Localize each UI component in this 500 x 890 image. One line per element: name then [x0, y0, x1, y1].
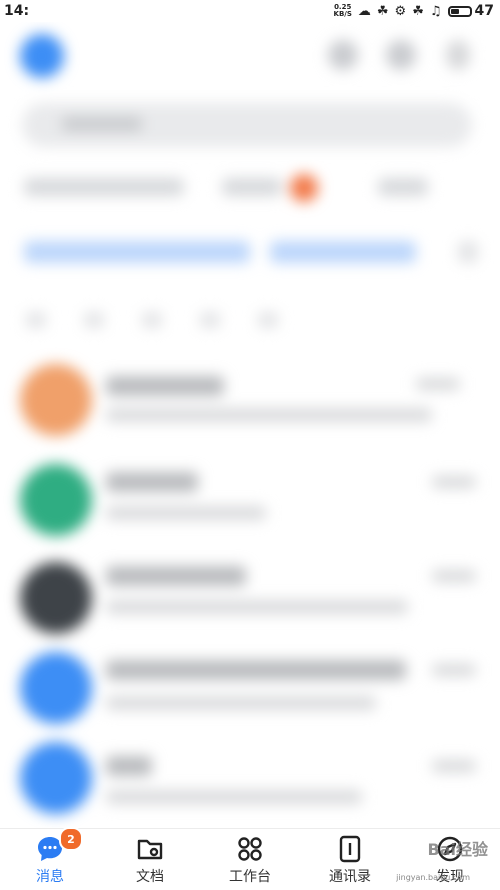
battery-indicator: 47: [447, 3, 494, 19]
avatar: [20, 364, 92, 436]
contacts-icon: [335, 833, 365, 865]
list-item-title: [106, 756, 152, 776]
banner-chip[interactable]: [458, 241, 478, 263]
tab-label: 工作台: [229, 869, 271, 885]
list-item-time: [432, 664, 476, 676]
net-speed-unit: KB/S: [333, 10, 352, 18]
list-item-time: [416, 378, 460, 390]
list-item-preview: [106, 408, 432, 422]
message-icon: 2: [35, 827, 83, 865]
avatar: [20, 464, 92, 536]
notification-icon: ☘: [412, 3, 424, 19]
avatar: [20, 742, 92, 814]
avatar: [20, 562, 92, 634]
list-item-preview: [106, 790, 362, 804]
list-item-title: [106, 660, 406, 680]
status-icons: 0.25 KB/S ☁ ☘ ⚙ ☘ ♫ 47: [334, 3, 494, 19]
list-item-title: [106, 472, 198, 492]
blurred-content: [0, 0, 500, 828]
list-item-title: [106, 376, 224, 396]
tab-label: 通讯录: [329, 869, 371, 885]
battery-level: 47: [474, 3, 494, 19]
avatar: [20, 652, 92, 724]
quick-item[interactable]: [26, 312, 46, 328]
filter-chip[interactable]: [222, 178, 282, 196]
tab-workbench[interactable]: 工作台: [205, 833, 295, 886]
watermark: Bai经验: [427, 840, 488, 859]
list-item-preview: [106, 600, 408, 614]
quick-item[interactable]: [84, 312, 104, 328]
quick-item[interactable]: [142, 312, 162, 328]
list-item-preview: [106, 506, 266, 520]
tab-contacts[interactable]: 通讯录: [305, 833, 395, 886]
status-bar: 14: 0.25 KB/S ☁ ☘ ⚙ ☘ ♫ 47: [0, 0, 500, 22]
unread-badge: 2: [59, 827, 83, 851]
list-item-time: [432, 570, 476, 582]
quick-item[interactable]: [200, 312, 220, 328]
notification-icon: ☘: [376, 3, 389, 19]
notification-icon: ♫: [429, 3, 442, 19]
list-item-preview: [106, 696, 376, 710]
list-item-title: [106, 566, 246, 586]
filter-chip[interactable]: [24, 178, 184, 196]
avatar[interactable]: [20, 34, 64, 78]
grid-icon: [235, 833, 265, 865]
tab-documents[interactable]: 文档: [105, 833, 195, 886]
tab-label: 消息: [36, 869, 64, 885]
status-time: 14:: [4, 3, 30, 19]
notification-icon: ☁: [357, 3, 371, 19]
battery-icon: [447, 5, 472, 17]
quick-item[interactable]: [258, 312, 278, 328]
notification-icon: ⚙: [394, 3, 407, 19]
watermark-url: jingyan.baidu.com: [396, 873, 470, 882]
header-button[interactable]: [328, 40, 358, 70]
list-item-time: [432, 760, 476, 772]
header-button[interactable]: [446, 40, 470, 70]
header-button[interactable]: [386, 40, 416, 70]
tab-messages[interactable]: 2 消息: [5, 827, 95, 886]
network-speed: 0.25 KB/S: [334, 4, 352, 18]
filter-chip[interactable]: [378, 178, 428, 196]
banner-chip[interactable]: [24, 241, 250, 263]
list-item-time: [432, 476, 476, 488]
folder-icon: [135, 833, 165, 865]
banner-chip[interactable]: [270, 241, 416, 263]
tab-label: 文档: [136, 869, 164, 885]
search-bar[interactable]: [22, 103, 472, 147]
status-badge: [290, 174, 318, 202]
search-placeholder: [62, 117, 142, 131]
